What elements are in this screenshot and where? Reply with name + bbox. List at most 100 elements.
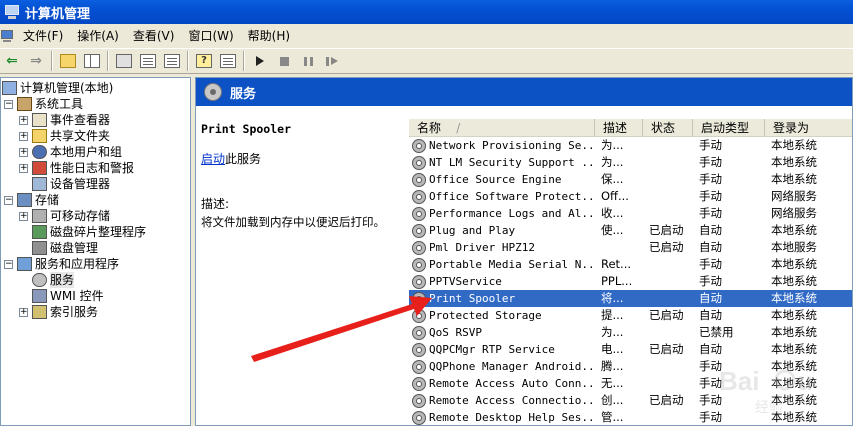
tree-item[interactable]: − 存储 — [1, 192, 190, 208]
baidu-watermark-icon: Bai u 经验 — [719, 366, 813, 416]
service-description-cell: 使... — [601, 223, 624, 237]
tree-root[interactable]: 计算机管理(本地) — [1, 80, 190, 96]
tree-item[interactable]: − 系统工具 — [1, 96, 190, 112]
service-row[interactable]: Pml Driver HPZ12 已启动 自动 本地服务 — [409, 239, 852, 256]
service-log-on-as-cell: 本地系统 — [771, 291, 817, 305]
column-header-description[interactable]: 描述 — [595, 119, 643, 137]
tree-item[interactable]: − 服务和应用程序 — [1, 256, 190, 272]
tree-item[interactable]: + 事件查看器 — [1, 112, 190, 128]
tree-item[interactable]: + 共享文件夹 — [1, 128, 190, 144]
expand-icon[interactable]: + — [19, 211, 28, 221]
stop-service-button[interactable] — [273, 50, 295, 72]
tree-item[interactable]: + 本地用户和组 — [1, 144, 190, 160]
tree-item[interactable]: 磁盘管理 — [1, 240, 190, 256]
perf-icon — [32, 161, 47, 175]
tree-item-label: 可移动存储 — [50, 209, 111, 223]
service-row[interactable]: NT LM Security Support ... 为... 手动 本地系统 — [409, 154, 852, 171]
start-service-button[interactable] — [249, 50, 271, 72]
tree-toggle-icon — [84, 54, 100, 68]
tree-item[interactable]: 设备管理器 — [1, 176, 190, 192]
service-name: Plug and Play — [429, 224, 516, 237]
window-title: 计算机管理 — [25, 6, 91, 22]
service-startup-type-cell: 手动 — [699, 206, 722, 220]
forward-button[interactable]: ⇒ — [25, 50, 47, 72]
service-row[interactable]: QQPCMgr RTP Service 电... 已启动 自动 本地系统 — [409, 341, 852, 358]
services-header: 服务 — [196, 78, 852, 106]
system-menu-icon[interactable] — [0, 28, 16, 44]
service-row[interactable]: Performance Logs and Al... 收... 手动 网络服务 — [409, 205, 852, 222]
up-one-level-button[interactable] — [57, 50, 79, 72]
tree-item[interactable]: + 可移动存储 — [1, 208, 190, 224]
menu-view[interactable]: 查看(V) — [126, 26, 182, 46]
menu-action[interactable]: 操作(A) — [70, 26, 126, 46]
service-name-cell: Office Software Protect... — [409, 188, 595, 205]
service-row[interactable]: Print Spooler 将... 自动 本地系统 — [409, 290, 852, 307]
service-log-on-as-cell: 本地系统 — [771, 155, 817, 169]
tree-item[interactable]: + 性能日志和警报 — [1, 160, 190, 176]
service-name-cell: Performance Logs and Al... — [409, 205, 595, 222]
tree-item[interactable]: + 索引服务 — [1, 304, 190, 320]
service-name: QoS RSVP — [429, 326, 482, 339]
menu-window[interactable]: 窗口(W) — [181, 26, 240, 46]
properties-button[interactable] — [113, 50, 135, 72]
dev-icon — [32, 177, 47, 191]
toolbar-separator — [51, 51, 53, 71]
expand-icon[interactable]: + — [19, 307, 28, 317]
sort-indicator-icon: / — [456, 121, 461, 135]
service-row[interactable]: Portable Media Serial N... Ret... 手动 本地系统 — [409, 256, 852, 273]
tree-item-label: 磁盘管理 — [50, 241, 99, 255]
expand-icon[interactable]: + — [19, 115, 28, 125]
console-tree[interactable]: 计算机管理(本地) − 系统工具 + 事件查看器 + 共享文件夹 + 本地用户和组 + 性能日志和… — [0, 77, 191, 426]
pause-service-button[interactable] — [297, 50, 319, 72]
service-row[interactable]: Network Provisioning Se... 为... 手动 本地系统 — [409, 137, 852, 154]
service-row[interactable]: Protected Storage 提... 已启动 自动 本地系统 — [409, 307, 852, 324]
service-name: QQPhone Manager Android... — [429, 360, 595, 373]
service-name: Remote Access Auto Conn... — [429, 377, 595, 390]
back-arrow-icon: ⇐ — [6, 53, 18, 69]
tree-item-label: 事件查看器 — [50, 113, 111, 127]
service-row[interactable]: QoS RSVP 为... 已禁用 本地系统 — [409, 324, 852, 341]
collapse-icon[interactable]: − — [4, 259, 13, 269]
help-button[interactable]: ? — [193, 50, 215, 72]
tree-item[interactable]: 磁盘碎片整理程序 — [1, 224, 190, 240]
start-service-link[interactable]: 启动 — [201, 152, 225, 166]
collapse-icon[interactable]: − — [4, 99, 13, 109]
tree-item-label: 性能日志和警报 — [50, 161, 135, 175]
expand-icon[interactable]: + — [19, 147, 28, 157]
column-header-name[interactable]: 名称 / — [409, 119, 595, 137]
service-row[interactable]: Office Source Engine 保... 手动 本地系统 — [409, 171, 852, 188]
gears-icon — [32, 273, 47, 287]
expand-icon[interactable]: + — [19, 163, 28, 173]
collapse-icon[interactable]: − — [4, 195, 13, 205]
restart-service-button[interactable] — [321, 50, 343, 72]
service-row[interactable]: Office Software Protect... Off... 手动 网络服务 — [409, 188, 852, 205]
column-header-startup-type[interactable]: 启动类型 — [693, 119, 765, 137]
service-log-on-as-cell: 网络服务 — [771, 189, 817, 203]
service-log-on-as-cell: 网络服务 — [771, 206, 817, 220]
service-gear-icon — [412, 274, 426, 289]
column-header-log-on-as[interactable]: 登录为 — [765, 119, 852, 137]
expand-icon[interactable]: + — [19, 131, 28, 141]
service-name-cell: Portable Media Serial N... — [409, 256, 595, 273]
menu-help[interactable]: 帮助(H) — [241, 26, 297, 46]
service-log-on-as-cell: 本地系统 — [771, 308, 817, 322]
column-header-status[interactable]: 状态 — [643, 119, 693, 137]
tree-item[interactable]: 服务 — [1, 272, 190, 288]
refresh-button[interactable] — [137, 50, 159, 72]
service-gear-icon — [412, 138, 426, 153]
service-row[interactable]: Plug and Play 使... 已启动 自动 本地系统 — [409, 222, 852, 239]
service-log-on-as-cell: 本地系统 — [771, 274, 817, 288]
description-text: 将文件加载到内存中以便迟后打印。 — [201, 215, 385, 229]
service-row[interactable]: PPTVService PPL... 手动 本地系统 — [409, 273, 852, 290]
service-startup-type-cell: 自动 — [699, 342, 722, 356]
export-list-button[interactable] — [161, 50, 183, 72]
help-topics-button[interactable] — [217, 50, 239, 72]
service-log-on-as-cell: 本地系统 — [771, 325, 817, 339]
show-hide-tree-button[interactable] — [81, 50, 103, 72]
tree-item-label: 本地用户和组 — [50, 145, 123, 159]
tree-item[interactable]: WMI 控件 — [1, 288, 190, 304]
back-button[interactable]: ⇐ — [1, 50, 23, 72]
menu-file[interactable]: 文件(F) — [16, 26, 70, 46]
service-gear-icon — [412, 359, 426, 374]
tree-item-label: WMI 控件 — [50, 289, 104, 303]
